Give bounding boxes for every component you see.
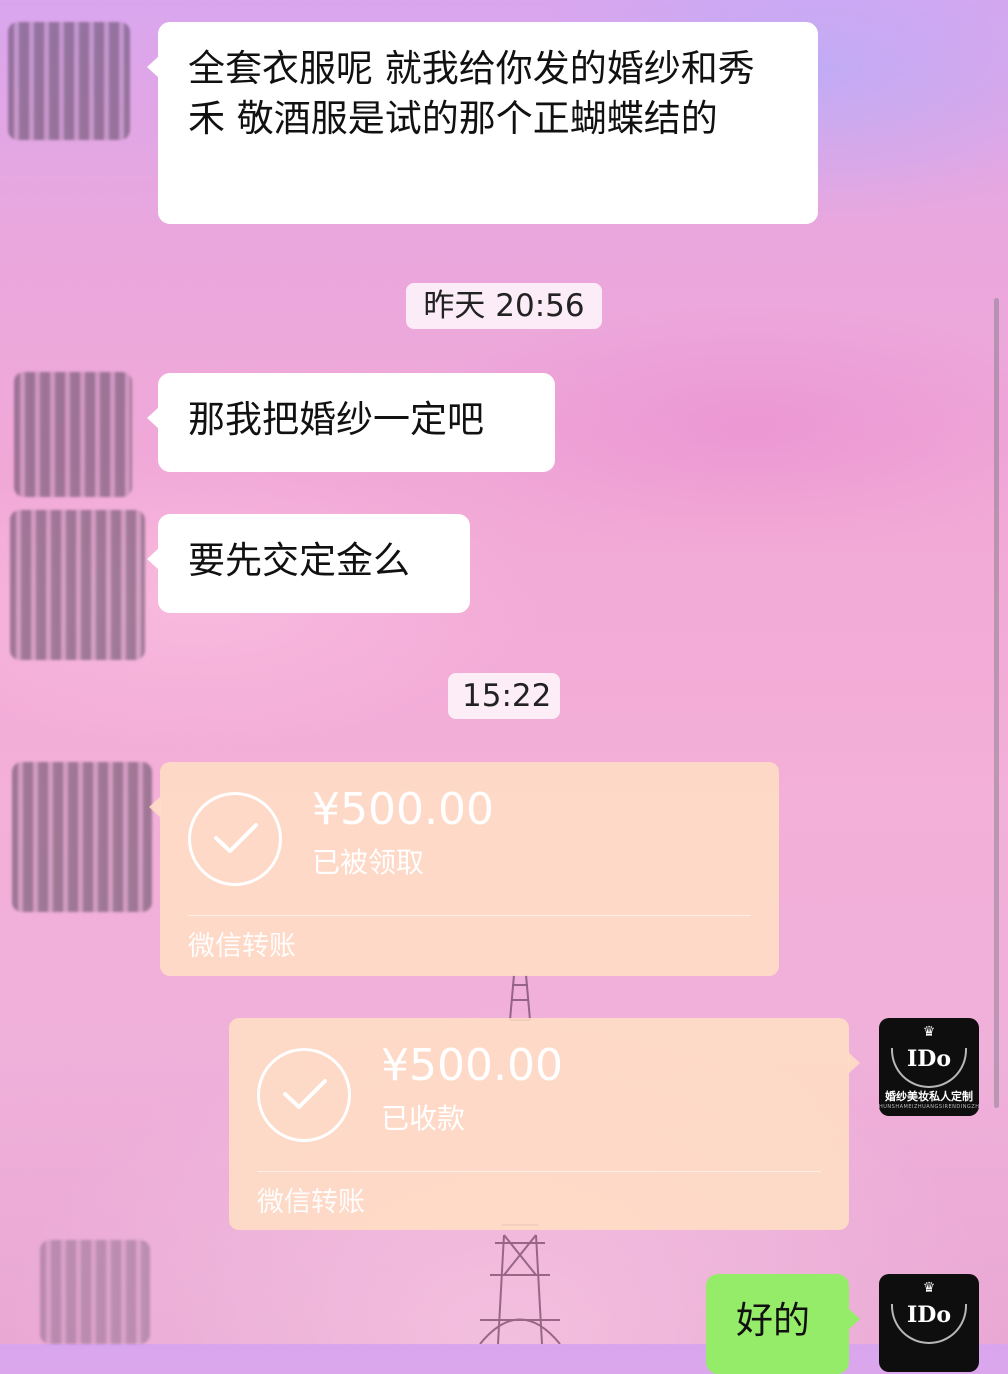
contact-avatar-blurred[interactable] [8,22,130,140]
message-text: 全套衣服呢 就我给你发的婚纱和秀禾 敬酒服是试的那个正蝴蝶结的 [188,47,755,140]
self-avatar-logo[interactable]: ♛ IDo [879,1274,979,1372]
brand-tagline-pinyin: HUNSHAMEIZHUANGSIRENDINGZHI [879,1104,979,1110]
timestamp: 15:22 [448,673,560,719]
check-circle-icon [257,1048,351,1142]
message-bubble-outgoing[interactable]: 好的 [706,1274,860,1374]
contact-avatar-blurred[interactable] [40,1240,150,1344]
divider [188,915,751,916]
check-circle-icon [188,792,282,886]
wechat-transfer-card-outgoing[interactable]: ¥500.00 已收款 微信转账 [229,1018,860,1230]
brand-tagline: 婚纱美妆私人定制 [885,1090,973,1103]
message-text: 那我把婚纱一定吧 [188,398,484,441]
contact-avatar-blurred[interactable] [14,372,132,497]
message-bubble-incoming[interactable]: 全套衣服呢 就我给你发的婚纱和秀禾 敬酒服是试的那个正蝴蝶结的 [147,22,818,224]
timestamp: 昨天 20:56 [406,283,602,329]
self-avatar-logo[interactable]: ♛ IDo 婚纱美妆私人定制 HUNSHAMEIZHUANGSIRENDINGZ… [879,1018,979,1116]
message-text: 好的 [736,1299,810,1342]
message-text: 要先交定金么 [188,539,410,582]
message-bubble-incoming[interactable]: 那我把婚纱一定吧 [147,373,555,472]
brand-logo-text: IDo [906,1046,952,1072]
divider [257,1171,821,1172]
transfer-footer-label: 微信转账 [257,1187,365,1218]
contact-avatar-blurred[interactable] [10,510,145,660]
crown-icon: ♛ [922,1280,936,1296]
transfer-footer-label: 微信转账 [188,931,296,962]
contact-avatar-blurred[interactable] [12,762,152,912]
transfer-amount: ¥500.00 [381,1040,563,1091]
message-bubble-incoming[interactable]: 要先交定金么 [147,514,470,613]
transfer-status: 已被领取 [312,846,425,879]
wechat-transfer-card-incoming[interactable]: ¥500.00 已被领取 微信转账 [149,762,779,976]
brand-logo-text: IDo [906,1302,952,1328]
crown-icon: ♛ [922,1024,936,1040]
transfer-status: 已收款 [381,1102,466,1135]
scrollbar[interactable] [994,298,999,1108]
transfer-amount: ¥500.00 [312,784,494,835]
